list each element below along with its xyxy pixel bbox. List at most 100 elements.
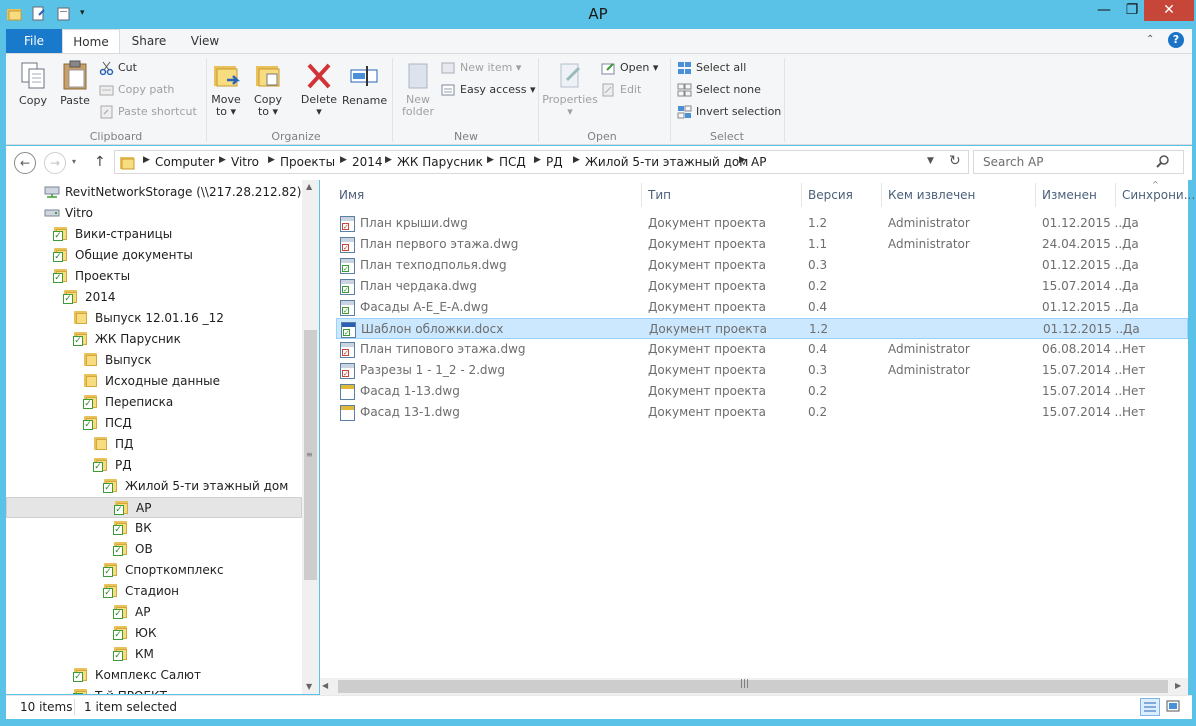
tree-item[interactable]: ✓ Общие документы — [6, 245, 302, 266]
paste-button[interactable]: Paste — [56, 60, 94, 107]
column-separator[interactable] — [801, 183, 802, 207]
search-box[interactable]: Search AP — [973, 150, 1184, 174]
tree-item[interactable]: ✓ Спорткомплекс — [6, 560, 302, 581]
copy-button[interactable]: Copy — [14, 60, 52, 107]
file-row[interactable]: Фасад 1-13.dwg Документ проекта 0.2 15.07.2… — [336, 381, 1188, 402]
select-all-button[interactable]: Select all — [676, 58, 746, 78]
chevron-right-icon[interactable]: ▶ — [219, 155, 226, 165]
nav-scrollbar[interactable]: ▲ ≡ ▼ — [302, 180, 319, 694]
tree-item[interactable]: ✓ АР — [6, 497, 302, 518]
file-row[interactable]: ✓ Шаблон обложки.docx Документ проекта 1.2 0… — [336, 318, 1188, 339]
copy-to-button[interactable]: Copy to ▾ — [252, 60, 284, 118]
scroll-left-icon[interactable]: ◀ — [322, 681, 328, 690]
breadcrumb-projects[interactable]: Проекты — [280, 155, 335, 169]
select-none-button[interactable]: Select none — [676, 80, 761, 100]
back-arrow-icon[interactable]: ← — [14, 152, 36, 174]
breadcrumb-2014[interactable]: 2014 — [352, 155, 383, 169]
breadcrumb-building[interactable]: Жилой 5-ти этажный дом — [585, 155, 748, 169]
details-view-icon[interactable] — [1140, 698, 1160, 716]
horizontal-scrollbar[interactable]: ◀ ||| ▶ — [320, 678, 1188, 695]
chevron-right-icon[interactable]: ▶ — [340, 155, 347, 165]
tree-item[interactable]: ✓ Проекты — [6, 266, 302, 287]
tree-item[interactable]: ✓ ПСД — [6, 413, 302, 434]
tree-item[interactable]: ✓ Вики-страницы — [6, 224, 302, 245]
chevron-right-icon[interactable]: ▶ — [268, 155, 275, 165]
tab-file[interactable]: File — [6, 29, 62, 53]
scrollbar-thumb[interactable] — [338, 680, 1168, 693]
breadcrumb-ar[interactable]: АР — [751, 155, 766, 169]
file-row[interactable]: ✓ Фасады А-Е_Е-А.dwg Документ проекта 0.4 01… — [336, 297, 1188, 318]
scroll-right-icon[interactable]: ▶ — [1175, 681, 1181, 690]
minimize-icon[interactable]: — — [1090, 0, 1118, 21]
rename-button[interactable]: Rename — [342, 60, 387, 107]
chevron-right-icon[interactable]: ▶ — [573, 155, 580, 165]
tree-item[interactable]: Исходные данные — [6, 371, 302, 392]
chevron-right-icon[interactable]: ▶ — [385, 155, 392, 165]
tab-share[interactable]: Share — [124, 29, 174, 53]
tree-item[interactable]: ✓ Стадион — [6, 581, 302, 602]
file-row[interactable]: ✓ План первого этажа.dwg Документ проекта 1… — [336, 234, 1188, 255]
chevron-right-icon[interactable]: ▶ — [534, 155, 541, 165]
column-separator[interactable] — [1035, 183, 1036, 207]
tree-item[interactable]: ✓ 2014 — [6, 287, 302, 308]
tree-item[interactable]: ✓ ОВ — [6, 539, 302, 560]
column-header-type[interactable]: Тип — [648, 185, 671, 205]
column-separator[interactable] — [1115, 183, 1116, 207]
forward-arrow-icon[interactable]: → — [44, 152, 66, 174]
tree-item[interactable]: Vitro — [6, 203, 302, 224]
tree-item[interactable]: ПД — [6, 434, 302, 455]
new-folder-button[interactable]: New folder — [398, 60, 438, 118]
paste-shortcut-button[interactable]: Paste shortcut — [98, 102, 197, 122]
tree-item[interactable]: ✓ ЮК — [6, 623, 302, 644]
properties-button[interactable]: Properties ▾ — [542, 60, 598, 118]
cut-button[interactable]: Cut — [98, 58, 137, 78]
delete-button[interactable]: Delete ▾ — [300, 60, 338, 118]
refresh-icon[interactable]: ↻ — [949, 153, 961, 169]
tree-item[interactable]: ✓ КМ — [6, 644, 302, 665]
file-row[interactable]: Фасад 13-1.dwg Документ проекта 0.2 15.07.2… — [336, 402, 1188, 423]
chevron-down-icon[interactable]: ▼ — [927, 156, 934, 166]
chevron-right-icon[interactable]: ▶ — [487, 155, 494, 165]
column-header-modified[interactable]: Изменен — [1042, 185, 1097, 205]
tree-item[interactable]: Выпуск 12.01.16 _12 — [6, 308, 302, 329]
file-row[interactable]: ✓ План техподполья.dwg Документ проекта 0.3… — [336, 255, 1188, 276]
tree-item[interactable]: RevitNetworkStorage (\\217.28.212.82) (Z… — [6, 182, 302, 203]
search-icon[interactable] — [1156, 154, 1170, 171]
open-button[interactable]: Open ▾ — [600, 58, 658, 78]
tree-item[interactable]: ✓ АР — [6, 602, 302, 623]
scroll-up-icon[interactable]: ▲ — [306, 182, 312, 191]
file-row[interactable]: ✓ План чердака.dwg Документ проекта 0.2 15.0… — [336, 276, 1188, 297]
collapse-ribbon-icon[interactable]: ⌃ — [1146, 34, 1154, 45]
easy-access-button[interactable]: Easy access ▾ — [440, 80, 536, 100]
file-row[interactable]: ✓ План крыши.dwg Документ проекта 1.2 Admini… — [336, 213, 1188, 234]
file-row[interactable]: ✓ Разрезы 1 - 1_2 - 2.dwg Документ проекта… — [336, 360, 1188, 381]
tree-item[interactable]: ✓ ВК — [6, 518, 302, 539]
file-row[interactable]: ✓ План типового этажа.dwg Документ проекта… — [336, 339, 1188, 360]
close-icon[interactable]: ✕ — [1144, 0, 1194, 21]
up-arrow-icon[interactable]: ↑ — [94, 154, 106, 170]
tab-view[interactable]: View — [181, 29, 229, 53]
column-separator[interactable] — [881, 183, 882, 207]
breadcrumb-psd[interactable]: ПСД — [499, 155, 526, 169]
tree-item[interactable]: Выпуск — [6, 350, 302, 371]
tree-item[interactable]: ✓ Переписка — [6, 392, 302, 413]
tab-home[interactable]: Home — [62, 29, 120, 54]
breadcrumb-rd[interactable]: РД — [546, 155, 563, 169]
column-header-checked-out-by[interactable]: Кем извлечен — [888, 185, 975, 205]
tree-item[interactable]: ✓ РД — [6, 455, 302, 476]
recent-locations-icon[interactable]: ▾ — [72, 157, 76, 166]
chevron-right-icon[interactable]: ▶ — [739, 155, 746, 165]
tree-item[interactable]: ✓ ЖК Парусник — [6, 329, 302, 350]
maximize-icon[interactable]: ❐ — [1118, 0, 1146, 21]
large-icons-view-icon[interactable] — [1164, 698, 1184, 716]
address-bar[interactable]: ▶ Computer ▶ Vitro ▶ Проекты ▶ 2014 ▶ ЖК… — [114, 150, 969, 174]
breadcrumb-vitro[interactable]: Vitro — [231, 155, 259, 169]
column-separator[interactable] — [641, 183, 642, 207]
tree-item[interactable]: ✓ Комплекс Салют — [6, 665, 302, 686]
tree-item[interactable]: ✓ Т й ПРОЕКТ — [6, 686, 302, 694]
new-item-button[interactable]: New item ▾ — [440, 58, 521, 78]
column-header-version[interactable]: Версия — [808, 185, 853, 205]
help-icon[interactable]: ? — [1168, 32, 1184, 48]
breadcrumb-parusnik[interactable]: ЖК Парусник — [397, 155, 483, 169]
copy-path-button[interactable]: Copy path — [98, 80, 174, 100]
